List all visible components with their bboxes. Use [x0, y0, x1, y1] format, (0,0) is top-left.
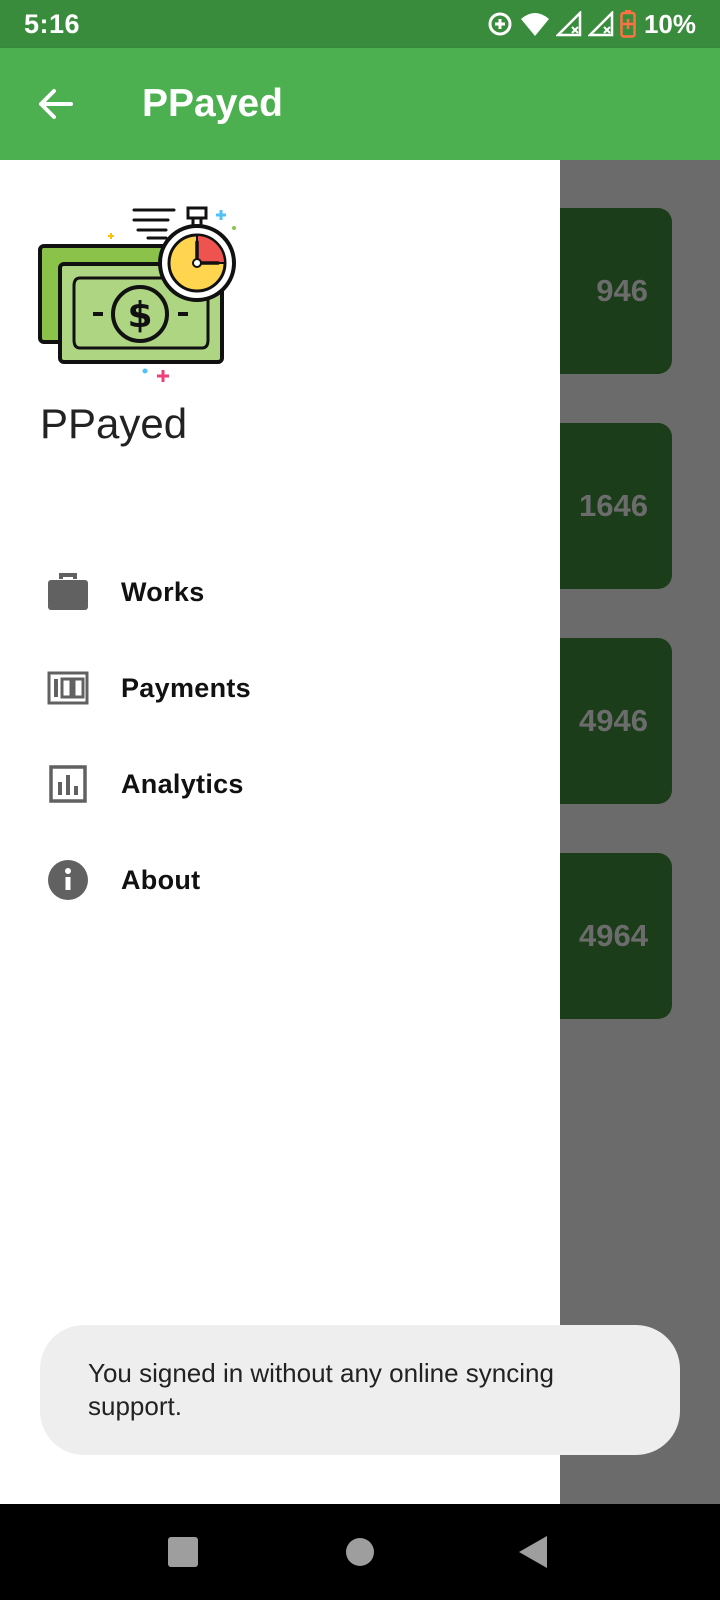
drawer-item-analytics[interactable]: Analytics — [0, 736, 560, 832]
battery-low-icon — [620, 10, 636, 38]
wifi-icon — [520, 13, 549, 36]
back-button[interactable] — [27, 76, 83, 132]
drawer-item-label: Analytics — [121, 768, 244, 799]
recents-button[interactable] — [168, 1537, 198, 1567]
drawer-item-label: Payments — [121, 672, 251, 703]
card-value: 946 — [596, 273, 648, 308]
drawer-item-works[interactable]: Works — [0, 544, 560, 640]
snackbar: You signed in without any online syncing… — [40, 1325, 680, 1455]
status-time: 5:16 — [24, 8, 81, 39]
drawer-app-name: PPayed — [40, 400, 188, 447]
briefcase-icon — [46, 570, 90, 614]
arrow-back-icon — [39, 89, 73, 119]
svg-text:$: $ — [127, 295, 152, 336]
payments-icon — [46, 666, 90, 710]
system-nav-bar — [0, 1504, 720, 1600]
status-bar: 5:16 10% — [0, 0, 720, 48]
app-bar: PPayed — [0, 48, 720, 160]
square-icon — [168, 1537, 198, 1567]
card-value: 4946 — [579, 703, 648, 738]
nav-back-button[interactable] — [518, 1535, 548, 1569]
signal-icon — [555, 11, 582, 37]
status-icons: 10% — [486, 9, 696, 40]
home-button[interactable] — [345, 1537, 375, 1567]
sync-icon — [488, 12, 512, 36]
signal-icon — [587, 11, 614, 37]
analytics-icon — [46, 762, 90, 806]
battery-percent: 10% — [643, 8, 696, 39]
info-icon — [46, 858, 90, 902]
card-value: 4964 — [579, 918, 648, 953]
card-value: 1646 — [579, 488, 648, 523]
drawer-item-label: Works — [121, 576, 205, 607]
drawer-item-about[interactable]: About — [0, 832, 560, 928]
drawer-menu: Works Payments Analytics About — [0, 544, 560, 928]
navigation-drawer: $ PPayed Works Payments Analytics About — [0, 160, 560, 1504]
drawer-item-payments[interactable]: Payments — [0, 640, 560, 736]
snackbar-message: You signed in without any online syncing… — [88, 1358, 554, 1421]
money-stopwatch-logo: $ — [38, 206, 236, 382]
app-bar-title: PPayed — [142, 82, 283, 125]
drawer-item-label: About — [121, 864, 201, 895]
circle-icon — [346, 1538, 374, 1566]
triangle-back-icon — [519, 1536, 547, 1568]
